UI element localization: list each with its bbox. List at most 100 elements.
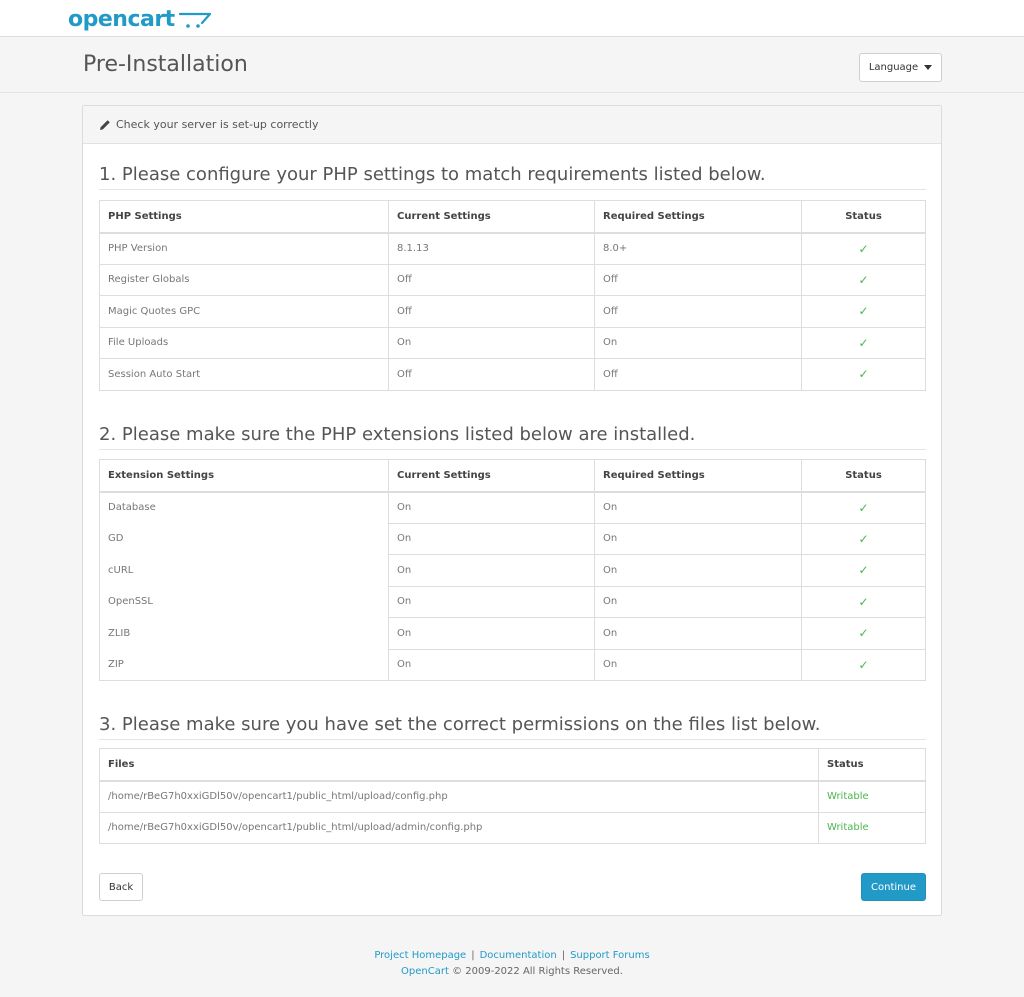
cart-icon xyxy=(178,12,211,28)
check-icon: ✓ xyxy=(801,491,926,523)
table-row: GD On On ✓ xyxy=(99,522,926,555)
documentation-link[interactable]: Documentation xyxy=(480,950,557,961)
column-header: Required Settings xyxy=(594,459,802,493)
column-header: PHP Settings xyxy=(99,200,389,234)
footer-separator: | xyxy=(561,950,566,961)
check-icon: ✓ xyxy=(801,232,926,264)
table-row: Register Globals Off Off ✓ xyxy=(99,263,926,296)
table-cell: ZIP xyxy=(99,649,389,681)
pencil-icon xyxy=(100,119,110,130)
column-header: Status xyxy=(801,459,926,493)
check-icon: ✓ xyxy=(801,554,926,586)
table-cell: 8.0+ xyxy=(594,232,802,264)
table-row: Magic Quotes GPC Off Off ✓ xyxy=(99,295,926,327)
pre-installation-panel: Check your server is set-up correctly 1.… xyxy=(82,105,942,916)
table-cell: Off xyxy=(388,295,595,327)
table-cell: On xyxy=(594,522,802,555)
php-settings-table: PHP Settings Current Settings Required S… xyxy=(99,200,926,391)
check-icon: ✓ xyxy=(801,295,926,327)
footer-links: Project Homepage | Documentation | Support F… xyxy=(0,948,1024,964)
table-cell: On xyxy=(388,554,595,586)
table-cell: PHP Version xyxy=(99,232,389,264)
table-cell: Session Auto Start xyxy=(99,358,389,391)
table-cell: On xyxy=(388,617,595,649)
project-homepage-link[interactable]: Project Homepage xyxy=(374,950,466,961)
check-icon: ✓ xyxy=(801,263,926,296)
check-icon: ✓ xyxy=(801,585,926,618)
logo-text: opencart xyxy=(68,6,175,32)
table-cell: Off xyxy=(594,358,802,391)
table-cell: OpenSSL xyxy=(99,586,389,618)
status-writable: Writable xyxy=(818,780,926,812)
check-icon: ✓ xyxy=(801,358,926,391)
table-row: Session Auto Start Off Off ✓ xyxy=(99,358,926,391)
table-row: OpenSSL On On ✓ xyxy=(99,585,926,618)
table-cell: On xyxy=(594,326,802,359)
support-forums-link[interactable]: Support Forums xyxy=(570,950,650,961)
table-cell: 8.1.13 xyxy=(388,232,595,264)
section-php-settings-title: 1. Please configure your PHP settings to… xyxy=(99,164,926,190)
column-header: Current Settings xyxy=(388,200,595,234)
table-cell: On xyxy=(388,491,595,523)
table-cell: File Uploads xyxy=(99,326,389,359)
back-button[interactable]: Back xyxy=(99,873,143,901)
column-header: Current Settings xyxy=(388,459,595,493)
table-cell: Magic Quotes GPC xyxy=(99,295,389,327)
caret-down-icon xyxy=(924,65,933,70)
table-cell: On xyxy=(388,522,595,555)
table-row: Database On On ✓ xyxy=(99,491,926,523)
check-icon: ✓ xyxy=(801,617,926,649)
table-row: File Uploads On On ✓ xyxy=(99,326,926,359)
section-file-permissions-title: 3. Please make sure you have set the cor… xyxy=(99,714,926,740)
page-title: Pre-Installation xyxy=(83,52,248,77)
php-extensions-table: Extension Settings Current Settings Requ… xyxy=(99,459,926,681)
table-row: PHP Version 8.1.13 8.0+ ✓ xyxy=(99,232,926,264)
table-cell: ZLIB xyxy=(99,617,389,649)
panel-heading-text: Check your server is set-up correctly xyxy=(116,118,319,131)
language-label: Language xyxy=(868,62,919,73)
table-cell: On xyxy=(594,554,802,586)
table-row: ZLIB On On ✓ xyxy=(99,617,926,649)
table-row: ZIP On On ✓ xyxy=(99,648,926,681)
column-header: Files xyxy=(99,748,819,782)
table-cell: Database xyxy=(99,491,389,523)
opencart-logo[interactable]: opencart xyxy=(68,5,212,33)
column-header: Status xyxy=(801,200,926,234)
section-php-extensions-title: 2. Please make sure the PHP extensions l… xyxy=(99,424,926,450)
panel-heading: Check your server is set-up correctly xyxy=(83,106,941,144)
table-row: cURL On On ✓ xyxy=(99,554,926,586)
table-cell: On xyxy=(388,648,595,681)
footer: Project Homepage | Documentation | Support F… xyxy=(0,948,1024,980)
table-cell: Register Globals xyxy=(99,263,389,296)
table-cell: GD xyxy=(99,523,389,555)
column-header: Required Settings xyxy=(594,200,802,234)
column-header: Extension Settings xyxy=(99,459,389,493)
language-dropdown-button[interactable]: Language xyxy=(859,53,942,82)
opencart-link[interactable]: OpenCart xyxy=(401,966,449,977)
footer-separator: | xyxy=(471,950,475,961)
table-cell: Off xyxy=(594,295,802,327)
check-icon: ✓ xyxy=(801,522,926,555)
check-icon: ✓ xyxy=(801,326,926,359)
table-row: /home/rBeG7h0xxiGDl50v/opencart1/public_… xyxy=(99,780,926,812)
continue-button[interactable]: Continue xyxy=(861,873,926,901)
table-cell: /home/rBeG7h0xxiGDl50v/opencart1/public_… xyxy=(99,780,819,812)
table-cell: /home/rBeG7h0xxiGDl50v/opencart1/public_… xyxy=(99,811,819,844)
table-cell: cURL xyxy=(99,554,389,586)
table-cell: Off xyxy=(388,358,595,391)
footer-copyright: OpenCart © 2009-2022 All Rights Reserved… xyxy=(0,964,1024,980)
table-row: /home/rBeG7h0xxiGDl50v/opencart1/public_… xyxy=(99,811,926,844)
check-icon: ✓ xyxy=(801,648,926,681)
table-cell: On xyxy=(594,491,802,523)
top-bar: opencart xyxy=(0,0,1024,37)
table-cell: On xyxy=(594,585,802,618)
file-permissions-table: Files Status /home/rBeG7h0xxiGDl50v/open… xyxy=(99,748,926,844)
copyright-text: © 2009-2022 All Rights Reserved. xyxy=(452,966,623,977)
table-cell: Off xyxy=(388,263,595,296)
table-cell: On xyxy=(594,617,802,649)
table-cell: Off xyxy=(594,263,802,296)
table-cell: On xyxy=(388,326,595,359)
table-cell: On xyxy=(388,585,595,618)
column-header: Status xyxy=(818,748,926,782)
table-cell: On xyxy=(594,648,802,681)
